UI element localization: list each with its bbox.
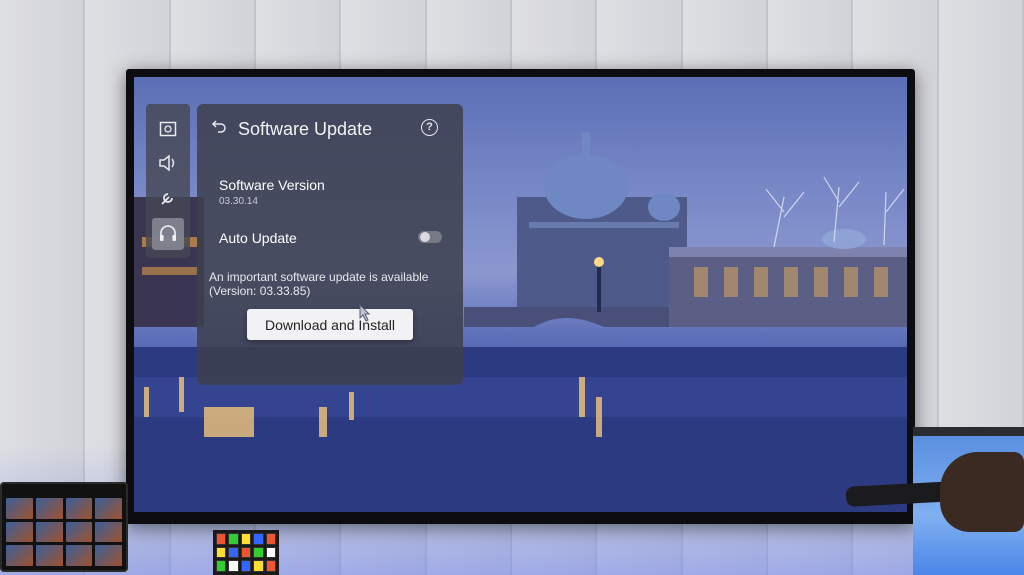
phone-device — [0, 482, 128, 572]
software-update-panel: Software Update ? Software Version 03.30… — [197, 104, 463, 385]
wrench-icon[interactable] — [152, 182, 184, 214]
sound-icon[interactable] — [152, 147, 184, 179]
download-and-install-button[interactable]: Download and Install — [247, 309, 413, 340]
software-version-label: Software Version — [219, 177, 325, 193]
rubiks-cube — [213, 530, 279, 575]
hand — [940, 452, 1024, 532]
auto-update-label: Auto Update — [219, 230, 297, 246]
help-icon[interactable]: ? — [421, 119, 438, 136]
update-version-line: (Version: 03.33.85) — [209, 284, 311, 298]
settings-sidebar — [146, 104, 190, 258]
back-arrow-icon[interactable] — [211, 118, 227, 139]
pointer-cursor-icon — [359, 303, 371, 322]
page-title: Software Update — [238, 119, 373, 139]
update-notice-line: An important software update is availabl… — [209, 270, 429, 284]
software-version-value: 03.30.14 — [219, 196, 258, 207]
auto-update-toggle[interactable] — [418, 231, 442, 243]
update-notice: An important software update is availabl… — [209, 270, 449, 298]
headset-support-icon[interactable] — [152, 218, 184, 250]
picture-icon[interactable] — [152, 113, 184, 145]
